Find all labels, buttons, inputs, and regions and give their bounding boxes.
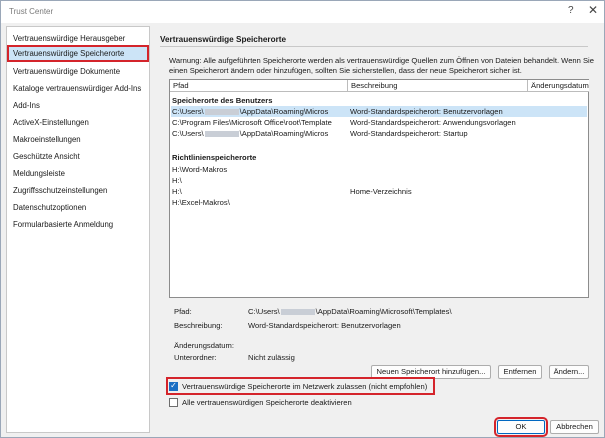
list-item[interactable]: C:\Users\ \AppData\Roaming\Micros Word-St… — [171, 128, 587, 139]
disable-all-label: Alle vertrauenswürdigen Speicherorte dea… — [182, 397, 352, 407]
redacted-username — [204, 109, 239, 115]
sidebar-item-addins[interactable]: Add-Ins — [8, 98, 148, 113]
title-divider — [160, 46, 588, 47]
network-locations-label: Vertrauenswürdige Speicherorte im Netzwe… — [182, 381, 428, 391]
list-item[interactable]: H:\Word-Makros — [171, 164, 587, 175]
list-item[interactable]: C:\Program Files\Microsoft Office\root\T… — [171, 117, 587, 128]
path-value: C:\Users\ \AppData\Roaming\Microsoft\Temp… — [248, 307, 452, 316]
close-icon[interactable]: ✕ — [588, 3, 598, 17]
sidebar-item-trusted-locations[interactable]: Vertrauenswürdige Speicherorte — [7, 45, 149, 62]
disable-all-option[interactable]: Alle vertrauenswürdigen Speicherorte dea… — [169, 396, 352, 408]
warning-text: Warnung: Alle aufgeführten Speicherorte … — [169, 56, 594, 75]
subfolders-value: Nicht zulässig — [248, 353, 295, 362]
date-label: Änderungsdatum: — [174, 341, 234, 350]
sidebar-item-file-block[interactable]: Zugriffsschutzeinstellungen — [8, 183, 148, 198]
cancel-button[interactable]: Abbrechen — [550, 420, 599, 434]
subfolders-label: Unterordner: — [174, 353, 217, 362]
sidebar-item-macros[interactable]: Makroeinstellungen — [8, 132, 148, 147]
column-header-path[interactable]: Pfad — [170, 80, 348, 92]
list-item[interactable]: H:\Excel-Makros\ — [171, 197, 587, 208]
title-bar: Trust Center ? ✕ — [1, 1, 604, 23]
sidebar: Vertrauenswürdige Herausgeber Vertrauens… — [6, 26, 150, 433]
sidebar-item-trusted-documents[interactable]: Vertrauenswürdige Dokumente — [8, 64, 148, 79]
modify-button[interactable]: Ändern... — [549, 365, 589, 379]
trust-center-dialog: Trust Center ? ✕ Vertrauenswürdige Herau… — [0, 0, 605, 438]
section-user-locations: Speicherorte des Benutzers — [172, 96, 273, 105]
checkbox-network-locations[interactable]: ✓ — [169, 381, 178, 391]
sidebar-item-form-signin[interactable]: Formularbasierte Anmeldung — [8, 217, 148, 232]
sidebar-item-protected-view[interactable]: Geschützte Ansicht — [8, 149, 148, 164]
ok-button[interactable]: OK — [494, 417, 548, 437]
checkbox-disable-all[interactable] — [169, 397, 178, 407]
locations-list[interactable]: Pfad Beschreibung Änderungsdatum Speiche… — [169, 79, 589, 298]
list-item[interactable]: H:\ — [171, 175, 587, 186]
network-locations-option[interactable]: ✓ Vertrauenswürdige Speicherorte im Netz… — [166, 377, 435, 395]
sidebar-item-message-bar[interactable]: Meldungsleiste — [8, 166, 148, 181]
description-value: Word-Standardspeicherort: Benutzervorlag… — [248, 321, 401, 330]
dialog-title: Trust Center — [9, 7, 54, 16]
redacted-username — [204, 131, 239, 137]
page-title: Vertrauenswürdige Speicherorte — [160, 35, 287, 44]
sidebar-item-trusted-publishers[interactable]: Vertrauenswürdige Herausgeber — [8, 31, 148, 46]
sidebar-item-activex[interactable]: ActiveX-Einstellungen — [8, 115, 148, 130]
sidebar-item-trusted-addin-catalogs[interactable]: Kataloge vertrauenswürdiger Add-Ins — [8, 81, 148, 96]
section-policy-locations: Richtlinienspeicherorte — [172, 153, 257, 162]
column-header-description[interactable]: Beschreibung — [348, 80, 528, 92]
remove-button[interactable]: Entfernen — [498, 365, 542, 379]
sidebar-item-privacy[interactable]: Datenschutzoptionen — [8, 200, 148, 215]
path-label: Pfad: — [174, 307, 192, 316]
description-label: Beschreibung: — [174, 321, 223, 330]
add-location-button[interactable]: Neuen Speicherort hinzufügen... — [371, 365, 491, 379]
list-item[interactable]: H:\ Home-Verzeichnis — [171, 186, 587, 197]
help-icon[interactable]: ? — [568, 5, 574, 16]
redacted-username — [280, 309, 315, 315]
column-header-date[interactable]: Änderungsdatum — [528, 80, 589, 92]
list-item[interactable]: C:\Users\ \AppData\Roaming\Micros Word-St… — [171, 106, 587, 117]
